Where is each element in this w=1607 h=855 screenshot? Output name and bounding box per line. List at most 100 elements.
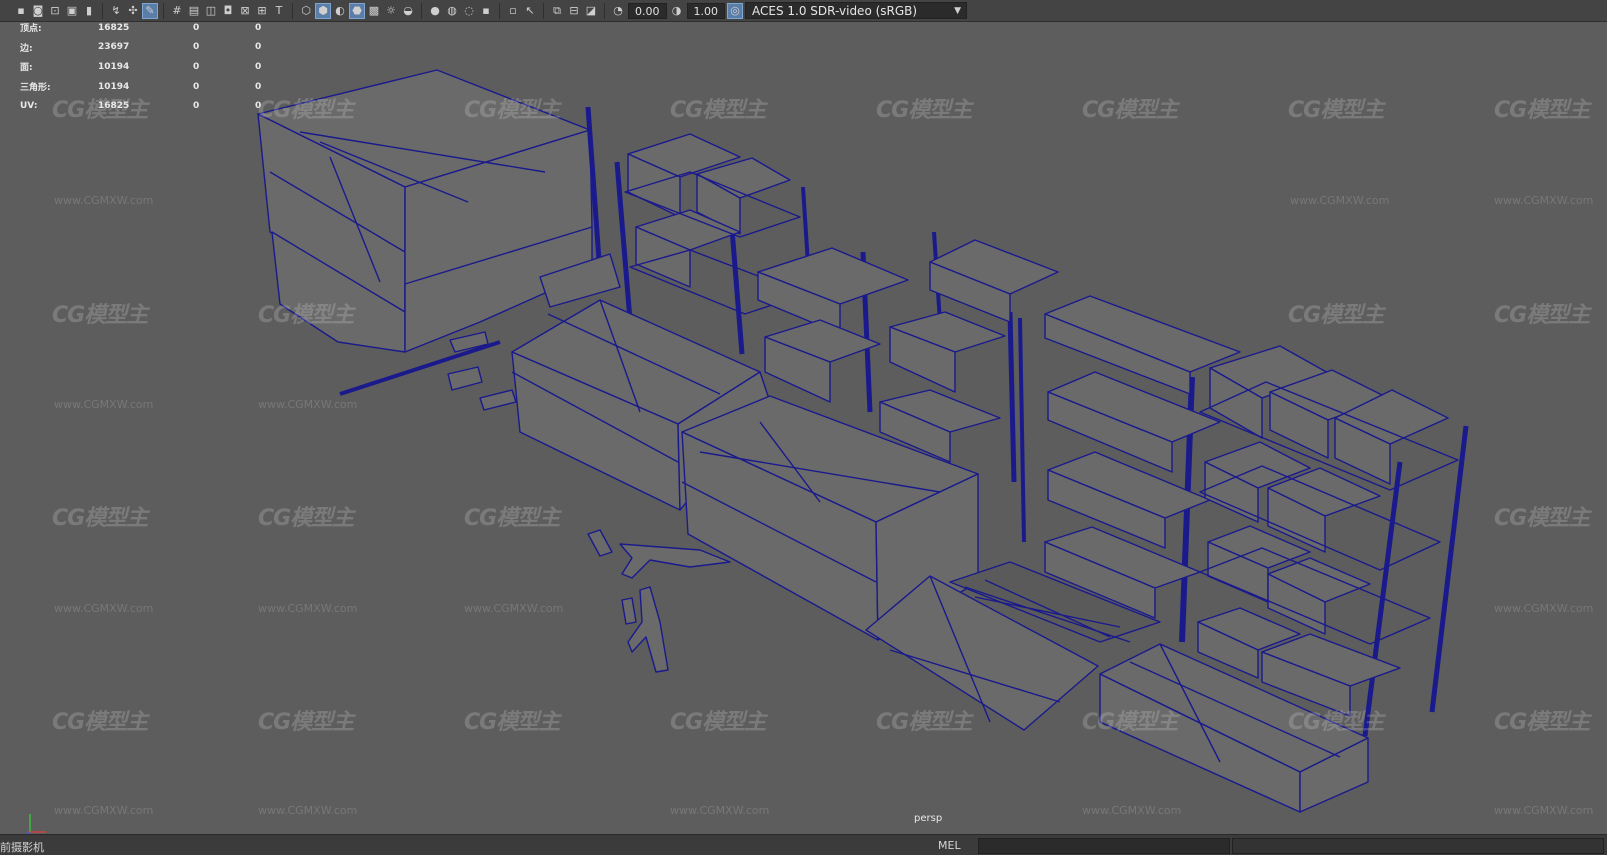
hud-label: 三角形:	[20, 83, 51, 94]
watermark-logo: CG模型主	[52, 710, 148, 735]
resolution-gate-icon[interactable]: ◫	[204, 4, 218, 18]
field-chart-icon[interactable]: ⊠	[238, 4, 252, 18]
color-space-dropdown[interactable]: ACES 1.0 SDR-video (sRGB) ▼	[745, 2, 967, 19]
hud-label: 面:	[20, 63, 33, 74]
watermark-url: www.CGMXW.com	[1494, 602, 1594, 615]
hud-label: 边:	[20, 43, 33, 54]
rifle-3	[627, 586, 669, 673]
toolbar-separator	[543, 2, 544, 19]
ambient-occlusion-icon[interactable]: ●	[428, 4, 442, 18]
depth-of-field-icon[interactable]: ▪	[479, 4, 493, 18]
3d-viewport[interactable]: CG模型主 CG模型主 CG模型主 CG模型主 CG模型主 CG模型主 CG模型…	[0, 22, 1607, 837]
bookmark-icon[interactable]: ▮	[82, 4, 96, 18]
hud-label: 顶点:	[20, 24, 42, 35]
exposure-field[interactable]: 0.00	[628, 2, 667, 19]
wireframe-on-shaded-icon[interactable]: ⬣	[349, 2, 365, 19]
hud-value: 0	[255, 22, 262, 33]
hud-value: 0	[193, 42, 200, 53]
watermark-url: www.CGMXW.com	[1494, 804, 1594, 817]
watermark-logo: CG模型主	[876, 98, 972, 123]
color-manage-icon[interactable]: ◎	[727, 2, 743, 19]
toolbar-separator	[499, 2, 500, 19]
smooth-shade-icon[interactable]: ⬢	[315, 2, 331, 19]
hud-value: 0	[255, 81, 262, 92]
watermark-logo: CG模型主	[1288, 710, 1384, 735]
camera-move-icon[interactable]: ⊡	[48, 4, 62, 18]
wireframe-icon[interactable]: ⬡	[299, 4, 313, 18]
toolbar-separator	[292, 2, 293, 19]
xray-joints-icon[interactable]: ⧉	[550, 4, 564, 18]
watermark-url: www.CGMXW.com	[54, 602, 154, 615]
hud-value: 0	[255, 61, 262, 72]
toolbar-separator	[604, 2, 605, 19]
command-result-field	[1232, 838, 1604, 854]
hud-value: 0	[193, 22, 200, 33]
command-line-input[interactable]	[978, 838, 1230, 854]
watermark-url: www.CGMXW.com	[54, 398, 154, 411]
hud-value: 23697	[98, 42, 130, 53]
watermark-url: www.CGMXW.com	[54, 194, 154, 207]
chevron-down-icon: ▼	[954, 6, 961, 16]
light-icon[interactable]: ☼	[384, 4, 398, 18]
watermark-logo: CG模型主	[258, 710, 354, 735]
small-plank-2	[447, 366, 483, 391]
watermark-url: www.CGMXW.com	[258, 804, 358, 817]
camera-icon[interactable]: ▪	[14, 4, 28, 18]
toolbar-separator	[102, 2, 103, 19]
gamma-toggle-icon[interactable]: ◑	[670, 4, 684, 18]
isolate-icon[interactable]: ▫	[506, 4, 520, 18]
toolbar-separator	[163, 2, 164, 19]
watermark-logo: CG模型主	[1082, 710, 1178, 735]
status-bar: 前摄影机 MEL	[0, 834, 1607, 855]
gamma-field[interactable]: 1.00	[686, 2, 725, 19]
camera-film-icon[interactable]: ▣	[65, 4, 79, 18]
safe-action-icon[interactable]: ⊞	[255, 4, 269, 18]
hud-row-triangles: 三角形: 10194 0 0	[20, 77, 275, 97]
watermark-logo: CG模型主	[464, 98, 560, 123]
color-space-value: ACES 1.0 SDR-video (sRGB)	[752, 4, 918, 18]
hud-row-edges: 边: 23697 0 0	[20, 38, 275, 58]
mel-label[interactable]: MEL	[938, 839, 961, 852]
motion-blur-icon[interactable]: ◍	[445, 4, 459, 18]
hud-value: 10194	[98, 81, 130, 92]
watermark-logo: CG模型主	[670, 98, 766, 123]
watermark-logo: CG模型主	[1082, 98, 1178, 123]
xray-icon[interactable]: ▩	[367, 4, 381, 18]
watermark-logo: CG模型主	[1494, 98, 1590, 123]
curve-icon[interactable]: ↯	[109, 4, 123, 18]
snap-icon[interactable]: ✣	[126, 4, 140, 18]
watermark-logo: CG模型主	[258, 303, 354, 328]
safe-title-icon[interactable]: T	[272, 4, 286, 18]
status-text: 前摄影机	[0, 841, 44, 854]
camera-select-icon[interactable]: ◙	[31, 4, 45, 18]
anti-alias-icon[interactable]: ◌	[462, 4, 476, 18]
gate-mask-icon[interactable]: ◘	[221, 4, 235, 18]
default-material-icon[interactable]: ◐	[333, 4, 347, 18]
film-gate-icon[interactable]: ▤	[187, 4, 201, 18]
hud-value: 0	[193, 101, 200, 112]
hud-value: 0	[255, 101, 262, 112]
gamma-icon[interactable]: ◪	[584, 4, 598, 18]
watermark-logo: CG模型主	[52, 303, 148, 328]
xray-active-icon[interactable]: ⊟	[567, 4, 581, 18]
grid-icon[interactable]: #	[170, 4, 184, 18]
rifle-4	[621, 597, 637, 625]
watermark-logo: CG模型主	[464, 506, 560, 531]
poly-count-hud: 顶点: 16825 0 0 边: 23697 0 0 面: 10194 0 0 …	[20, 18, 275, 116]
watermark-url: www.CGMXW.com	[258, 398, 358, 411]
select-icon[interactable]: ↖	[523, 4, 537, 18]
hud-value: 0	[193, 81, 200, 92]
watermark-logo: CG模型主	[1494, 710, 1590, 735]
paint-icon[interactable]: ✎	[142, 2, 158, 19]
watermark-url: www.CGMXW.com	[1494, 194, 1594, 207]
hud-label: UV:	[20, 101, 38, 112]
watermark-logo: CG模型主	[876, 710, 972, 735]
rifle-2	[587, 529, 613, 557]
hud-value: 10194	[98, 61, 130, 72]
exposure-icon[interactable]: ◔	[611, 4, 625, 18]
watermark-url: www.CGMXW.com	[1082, 804, 1182, 817]
hud-row-uvs: UV: 16825 0 0	[20, 96, 275, 116]
hud-value: 16825	[98, 101, 130, 112]
shadow-icon[interactable]: ◒	[401, 4, 415, 18]
hud-value: 0	[255, 42, 262, 53]
